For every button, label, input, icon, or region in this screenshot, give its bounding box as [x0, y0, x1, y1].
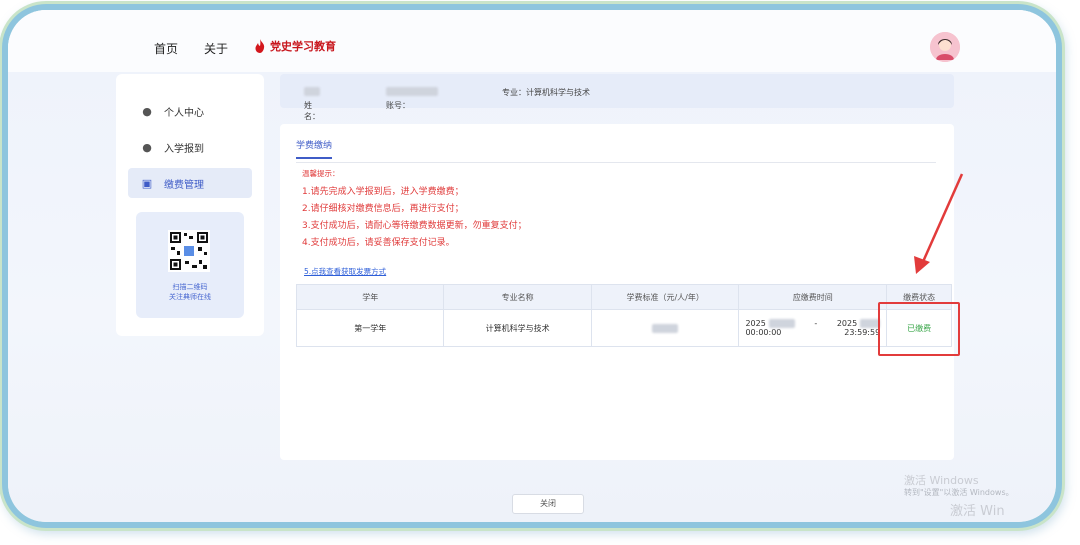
- end-time: 23:59:59: [844, 328, 881, 337]
- nav-about-link[interactable]: 关于: [204, 40, 228, 57]
- tips-title: 温馨提示：: [302, 169, 340, 178]
- user-group-icon: ●: [142, 104, 152, 118]
- sidebar-item-personal-center[interactable]: ● 个人中心: [128, 96, 252, 126]
- fee-table: 学年 专业名称 学费标准（元/人/年） 应缴费时间 缴费状态 第一学年 计算机科…: [295, 284, 952, 347]
- sidebar-item-label: 缴费管理: [164, 179, 204, 191]
- table-header-row: 学年 专业名称 学费标准（元/人/年） 应缴费时间 缴费状态: [295, 284, 952, 310]
- tip-line: 4.支付成功后，请妥善保存支付记录。: [302, 238, 455, 248]
- flame-icon: [255, 39, 265, 53]
- sidebar-item-label: 个人中心: [164, 107, 204, 119]
- qr-caption-line1: 扫描二维码: [172, 283, 208, 291]
- cell-due-time: 2025-2025 00:00:00 23:59:59: [738, 309, 888, 347]
- tips-block: 温馨提示： 1.请先完成入学报到后，进入学费缴费； 2.请仔细核对缴费信息后，再…: [302, 168, 527, 252]
- cell-fee: [590, 309, 740, 347]
- sidebar-item-payment-management[interactable]: ▣ 缴费管理: [128, 168, 252, 198]
- brand-link[interactable]: 党史学习教育: [254, 38, 336, 54]
- arrow-annotation-icon: [914, 173, 964, 274]
- student-info-bar: 姓名： 账号： 专业：计算机科学与技术: [280, 74, 954, 121]
- avatar-icon: [930, 32, 960, 62]
- table-row: 第一学年 计算机科学与技术 2025-2025 00:00:00 23:59:59…: [295, 309, 952, 347]
- close-button[interactable]: 关闭: [512, 494, 584, 514]
- start-time: 00:00:00: [745, 328, 782, 337]
- windows-activation-watermark-large: 激活 Win: [950, 504, 1005, 519]
- cell-year: 第一学年: [295, 309, 445, 347]
- cell-major: 计算机科学与技术: [443, 309, 592, 347]
- sidebar-item-enrollment[interactable]: ● 入学报到: [128, 132, 252, 162]
- tab-divider: [296, 162, 936, 163]
- account-field: 账号：: [386, 87, 438, 110]
- name-field: 姓名：: [304, 87, 320, 121]
- qr-code-image: [168, 230, 210, 272]
- major-field: 专业：计算机科学与技术: [502, 88, 590, 97]
- invoice-info-link[interactable]: 5.点我查看获取发票方式: [304, 266, 386, 277]
- col-header-due-time: 应缴费时间: [738, 284, 888, 310]
- tab-tuition-payment[interactable]: 学费缴纳: [296, 138, 333, 159]
- col-header-major: 专业名称: [443, 284, 592, 310]
- status-highlight-box: [878, 302, 960, 356]
- qr-code-card: 扫描二维码 关注典师在线: [136, 212, 244, 318]
- col-header-year: 学年: [295, 284, 445, 310]
- user-avatar[interactable]: [930, 32, 960, 62]
- col-header-fee: 学费标准（元/人/年）: [590, 284, 740, 310]
- brand-label: 党史学习教育: [270, 40, 336, 53]
- tip-line: 2.请仔细核对缴费信息后，再进行支付；: [302, 204, 464, 214]
- windows-activation-hint: 转到"设置"以激活 Windows。: [904, 488, 1014, 497]
- payment-icon: ▣: [141, 176, 153, 190]
- qr-caption-line2: 关注典师在线: [169, 293, 211, 301]
- tip-line: 1.请先完成入学报到后，进入学费缴费；: [302, 187, 464, 197]
- tip-line: 3.支付成功后，请耐心等待缴费数据更新，勿重复支付；: [302, 221, 527, 231]
- sidebar: ● 个人中心 ● 入学报到 ▣ 缴费管理 扫描二维码 关注典师在线: [116, 74, 264, 336]
- windows-activation-watermark: 激活 Windows: [904, 474, 979, 487]
- nav-home-link[interactable]: 首页: [154, 40, 178, 57]
- tuition-panel: 学费缴纳 温馨提示： 1.请先完成入学报到后，进入学费缴费； 2.请仔细核对缴费…: [280, 124, 954, 460]
- user-add-icon: ●: [142, 140, 152, 154]
- sidebar-item-label: 入学报到: [164, 143, 204, 155]
